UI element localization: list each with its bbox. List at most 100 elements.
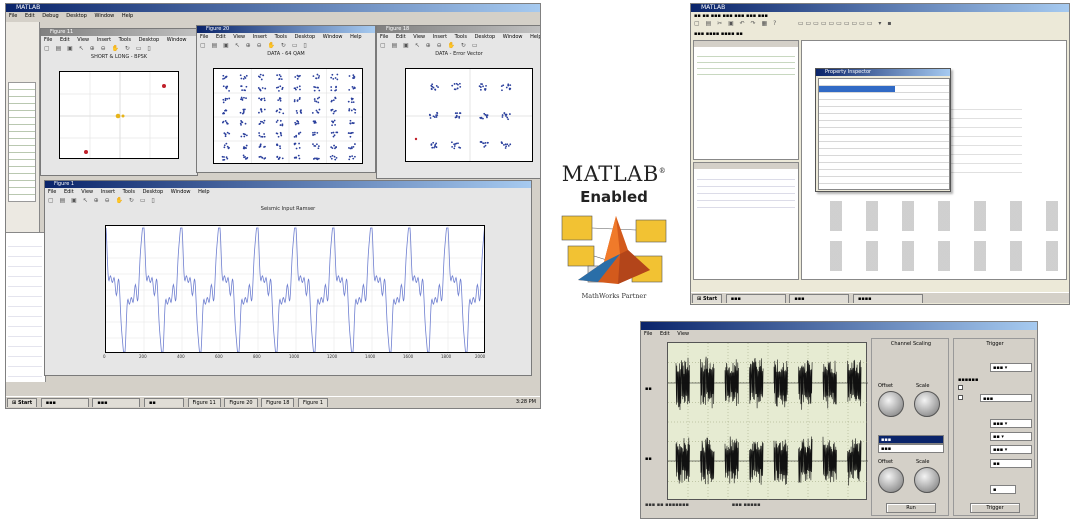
trigger-value-field[interactable]: ▪▪ [990, 459, 1032, 468]
taskbar-item-fig18[interactable]: Figure 18 [261, 398, 295, 407]
fig-menu-view[interactable]: View [233, 34, 245, 40]
fig-menu-edit[interactable]: Edit [64, 189, 74, 195]
data-point [162, 84, 166, 88]
qam-axes [213, 68, 363, 164]
constellation-point [261, 156, 264, 159]
run-button[interactable]: Run [886, 503, 936, 513]
fig-menu-desktop[interactable]: Desktop [475, 34, 496, 40]
menu-help[interactable]: Help [122, 13, 133, 19]
constellation-point [225, 142, 228, 145]
fig-menu-file[interactable]: File [380, 34, 388, 40]
trigger-level-select[interactable]: ▪▪▪ ▾ [990, 445, 1032, 454]
fig-menu-desktop[interactable]: Desktop [139, 37, 160, 43]
fig-menu-window[interactable]: Window [323, 34, 343, 40]
trigger-checkbox-1[interactable] [958, 385, 963, 390]
figure-toolbar[interactable]: ▢ ▤ ▣ ↖ ⊕ ⊖ ✋ ↻ ▭ ▯ [45, 196, 531, 206]
channel-list-selected[interactable]: ▪▪▪ [878, 435, 944, 444]
fig-menu-view[interactable]: View [81, 189, 93, 195]
command-history-list[interactable] [8, 237, 42, 377]
trigger-mode-select[interactable]: ▪▪▪ ▾ [990, 363, 1032, 372]
taskbar-item[interactable]: ▪▪▪ [92, 398, 141, 407]
fig-menu-file[interactable]: File [48, 189, 56, 195]
taskbar-item-fig20[interactable]: Figure 20 [224, 398, 258, 407]
offset-knob-2[interactable] [878, 467, 904, 493]
fig-menu-insert[interactable]: Insert [433, 34, 447, 40]
fig-menu-insert[interactable]: Insert [97, 37, 111, 43]
selected-property-row[interactable] [819, 86, 895, 92]
workspace-list[interactable] [8, 82, 36, 202]
command-output [942, 101, 1022, 181]
menu-desktop[interactable]: Desktop [66, 13, 87, 19]
start-button[interactable]: ⊞ Start [7, 398, 38, 407]
constellation-point [294, 121, 297, 124]
history-list[interactable] [697, 173, 795, 213]
menu-debug[interactable]: Debug [42, 13, 58, 19]
fig-menu-edit[interactable]: Edit [396, 34, 406, 40]
scope-menu-file[interactable]: File [644, 331, 652, 337]
fig-menu-file[interactable]: File [44, 37, 52, 43]
trigger-channel-select[interactable]: ▪▪ ▾ [990, 432, 1032, 441]
constellation-point [313, 89, 316, 92]
fig-menu-window[interactable]: Window [503, 34, 523, 40]
constellation-point [240, 121, 243, 123]
error-point [431, 146, 434, 149]
fig-menu-help[interactable]: Help [350, 34, 361, 40]
channel-list-item[interactable]: ▪▪▪ [878, 444, 944, 453]
fig-menu-desktop[interactable]: Desktop [295, 34, 316, 40]
fig-menu-tools[interactable]: Tools [123, 189, 135, 195]
error-point [454, 88, 457, 91]
error-point [504, 143, 507, 146]
scale-knob-1[interactable] [914, 391, 940, 417]
constellation-point [242, 108, 245, 111]
menu-window[interactable]: Window [95, 13, 115, 19]
fig-menu-window[interactable]: Window [171, 189, 191, 195]
menu-file[interactable]: File [9, 13, 17, 19]
fig-menu-help[interactable]: Help [530, 34, 540, 40]
trigger-samples-field[interactable]: ▪▪▪ [980, 394, 1032, 402]
taskbar-item-fig11[interactable]: Figure 11 [187, 398, 221, 407]
trigger-type-select[interactable]: ▪▪▪ ▾ [990, 419, 1032, 428]
workspace-browser[interactable] [693, 40, 799, 160]
command-history[interactable] [693, 162, 799, 280]
fig-menu-tools[interactable]: Tools [455, 34, 467, 40]
property-grid[interactable] [818, 78, 950, 190]
taskbar-item[interactable]: ▪▪▪ [40, 398, 89, 407]
inspector-toolbar[interactable]: ▢ ▤ ✂ ▣ ↶ ↷ ▦ ? ▭▭▭▭▭▭▭▭▭▭ ▾ ▪ [691, 19, 1069, 29]
taskbar-item[interactable]: ▪▪▪▪ [852, 294, 923, 303]
fig-menu-file[interactable]: File [200, 34, 208, 40]
fig-menu-tools[interactable]: Tools [119, 37, 131, 43]
trigger-button[interactable]: Trigger [970, 503, 1020, 513]
scope-menu-edit[interactable]: Edit [660, 331, 670, 337]
constellation-point [318, 89, 321, 92]
menu-edit[interactable]: Edit [25, 13, 35, 19]
fig-menu-insert[interactable]: Insert [101, 189, 115, 195]
figure-toolbar[interactable]: ▢ ▤ ▣ ↖ ⊕ ⊖ ✋ ↻ ▭ ▯ [197, 41, 375, 51]
figure-toolbar[interactable]: ▢ ▤ ▣ ↖ ⊕ ⊖ ✋ ↻ ▭ ▯ [41, 44, 197, 54]
constellation-point [241, 89, 244, 92]
fig-menu-window[interactable]: Window [167, 37, 187, 43]
trigger-checkbox-2[interactable] [958, 395, 963, 400]
scope-menu-view[interactable]: View [677, 331, 689, 337]
offset-knob-1[interactable] [878, 391, 904, 417]
fig-menu-view[interactable]: View [77, 37, 89, 43]
start-button[interactable]: ⊞ Start [692, 294, 723, 303]
constellation-point [224, 97, 227, 100]
pretrigger-field[interactable]: ▪ [990, 485, 1016, 494]
figure-toolbar[interactable]: ▢ ▤ ▣ ↖ ⊕ ⊖ ✋ ↻ ▭ [377, 41, 540, 51]
constellation-point [298, 157, 301, 160]
fig-menu-help[interactable]: Help [198, 189, 209, 195]
fig-menu-view[interactable]: View [413, 34, 425, 40]
error-point [430, 88, 433, 91]
taskbar-item-fig1[interactable]: Figure 1 [297, 398, 329, 407]
fig-menu-tools[interactable]: Tools [275, 34, 287, 40]
fig-menu-edit[interactable]: Edit [216, 34, 226, 40]
workspace-variables[interactable] [697, 51, 795, 75]
fig-menu-insert[interactable]: Insert [253, 34, 267, 40]
taskbar-item[interactable]: ▪▪▪ [725, 294, 786, 303]
fig-menu-desktop[interactable]: Desktop [143, 189, 164, 195]
constellation-point [336, 73, 339, 76]
scale-knob-2[interactable] [914, 467, 940, 493]
taskbar-item[interactable]: ▪▪▪ [789, 294, 850, 303]
taskbar-item[interactable]: ▪▪ [143, 398, 184, 407]
fig-menu-edit[interactable]: Edit [60, 37, 70, 43]
